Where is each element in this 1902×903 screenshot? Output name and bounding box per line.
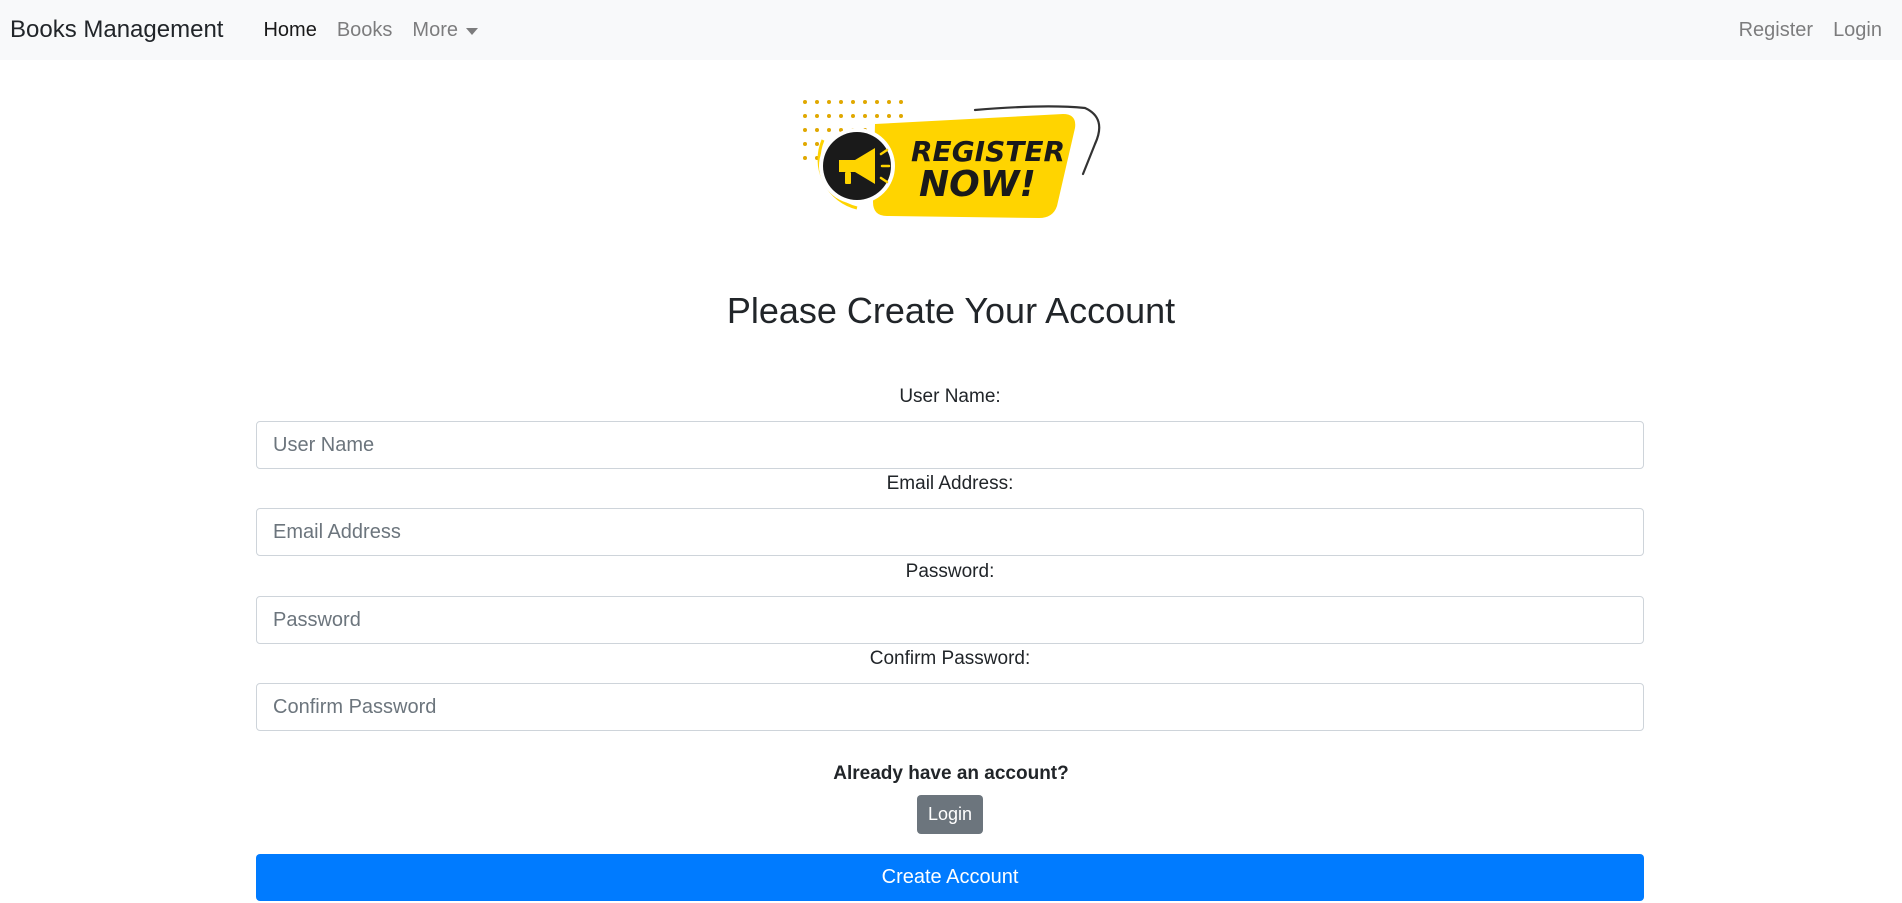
username-input[interactable] (256, 421, 1644, 469)
nav-login-link[interactable]: Login (1823, 19, 1892, 42)
create-account-button[interactable]: Create Account (256, 854, 1644, 901)
nav-right-links: Register Login (1729, 19, 1892, 42)
confirm-password-label: Confirm Password: (869, 648, 1031, 669)
caret-down-icon (466, 27, 478, 35)
banner-line2: NOW! (919, 164, 1036, 205)
register-now-banner: REGISTER NOW! (803, 100, 1101, 218)
username-label: User Name: (899, 386, 1001, 407)
email-label: Email Address: (886, 473, 1014, 494)
navbar: Books Management Home Books More Registe… (0, 0, 1902, 60)
password-input[interactable] (256, 596, 1644, 644)
nav-left-links: Home Books More (253, 19, 488, 42)
already-have-account-text: Already have an account? (833, 763, 1069, 784)
email-input[interactable] (256, 508, 1644, 556)
nav-home-link[interactable]: Home (253, 19, 326, 42)
nav-books-link[interactable]: Books (327, 19, 403, 42)
page-title: Please Create Your Account (726, 290, 1176, 331)
login-button[interactable]: Login (917, 795, 983, 834)
password-label: Password: (905, 561, 995, 582)
nav-more-dropdown[interactable]: More (402, 19, 488, 42)
nav-more-label: More (412, 18, 458, 41)
nav-register-link[interactable]: Register (1729, 19, 1823, 42)
navbar-brand[interactable]: Books Management (10, 16, 223, 44)
confirm-password-input[interactable] (256, 683, 1644, 731)
